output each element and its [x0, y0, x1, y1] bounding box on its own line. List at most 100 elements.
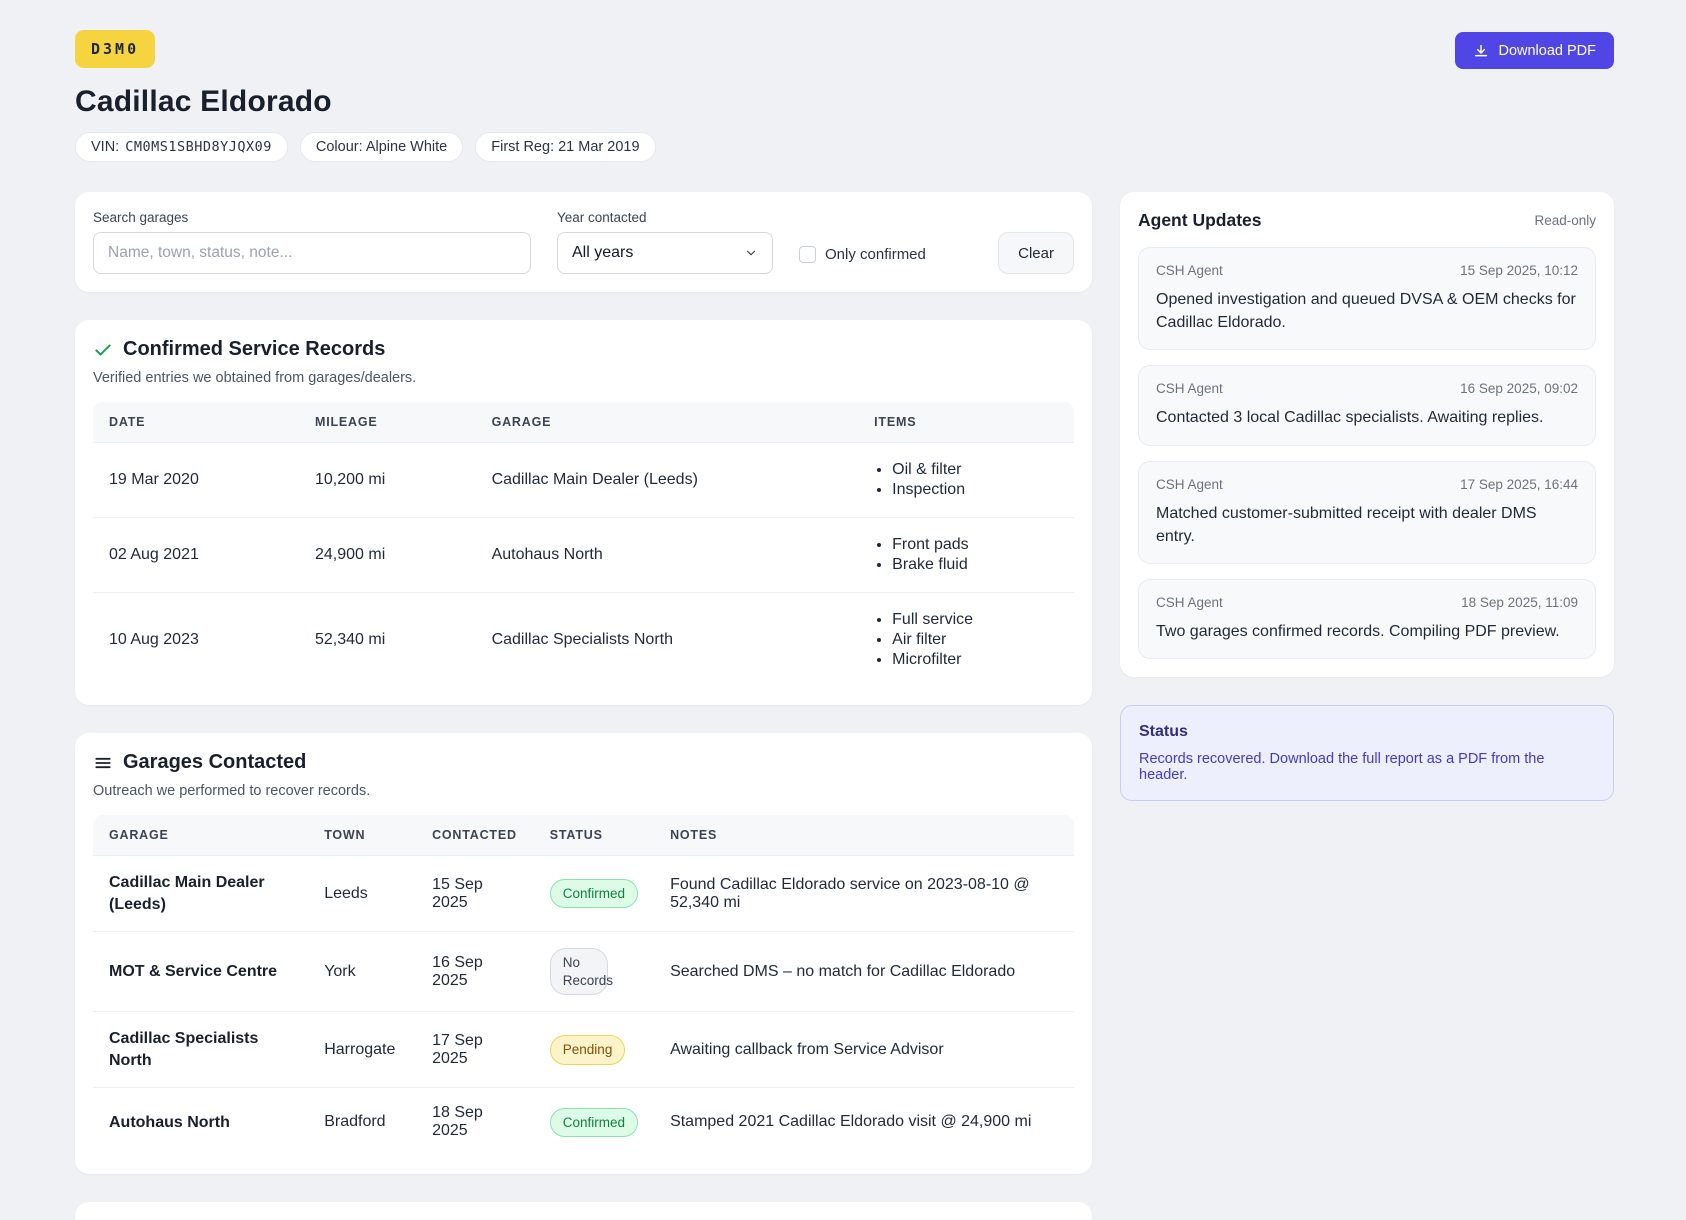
garage-contacted: 15 Sep 2025	[432, 875, 483, 911]
garage-row: Cadillac Main Dealer (Leeds) Leeds 15 Se…	[93, 856, 1074, 932]
record-item: Microfilter	[892, 651, 1058, 669]
record-date: 02 Aug 2021	[93, 517, 299, 593]
record-item: Front pads	[892, 536, 1058, 554]
garage-name: Cadillac Specialists North	[93, 1011, 309, 1088]
status-panel: Status Records recovered. Download the f…	[1120, 705, 1614, 802]
record-date: 10 Aug 2023	[93, 592, 299, 687]
agent-name: CSH Agent	[1156, 381, 1223, 397]
confirmed-records-table: Date Mileage Garage Items 19 Mar 2020 10…	[93, 402, 1074, 687]
vin-value: CM0MS1SBHD8YJQX09	[125, 139, 272, 155]
search-input[interactable]	[93, 232, 531, 274]
clear-button[interactable]: Clear	[998, 232, 1074, 274]
download-icon	[1473, 43, 1489, 59]
search-label: Search garages	[93, 210, 189, 225]
garage-town: York	[308, 931, 417, 1012]
agent-update: CSH Agent 15 Sep 2025, 10:12 Opened inve…	[1138, 247, 1596, 351]
record-garage: Cadillac Main Dealer (Leeds)	[491, 471, 698, 488]
confirmed-records-subtitle: Verified entries we obtained from garage…	[93, 370, 417, 386]
table-header-row: Garage Town Contacted Status Notes	[93, 815, 1074, 856]
vehicle-chips: VIN: CM0MS1SBHD8YJQX09 Colour: Alpine Wh…	[75, 132, 1614, 162]
check-icon	[93, 340, 113, 360]
download-pdf-button[interactable]: Download PDF	[1455, 32, 1614, 69]
confirmed-records-card: Confirmed Service Records Verified entri…	[75, 320, 1092, 705]
record-item: Oil & filter	[892, 461, 1058, 479]
update-timestamp: 17 Sep 2025, 16:44	[1460, 476, 1578, 492]
year-field-group: Year contacted All years	[557, 210, 773, 274]
garage-notes: Stamped 2021 Cadillac Eldorado visit @ 2…	[654, 1087, 1074, 1157]
demo-badge: D3M0	[75, 30, 156, 68]
read-only-label: Read-only	[1534, 213, 1596, 228]
agent-update: CSH Agent 18 Sep 2025, 11:09 Two garages…	[1138, 578, 1596, 660]
col-garage: Garage	[93, 815, 309, 856]
col-town: Town	[308, 815, 417, 856]
agent-update: CSH Agent 17 Sep 2025, 16:44 Matched cus…	[1138, 460, 1596, 564]
garage-row: Autohaus North Bradford 18 Sep 2025 Conf…	[93, 1087, 1074, 1157]
col-items: Items	[858, 402, 1074, 443]
record-item: Full service	[892, 611, 1058, 629]
update-message: Matched customer-submitted receipt with …	[1156, 504, 1537, 545]
garage-name: Autohaus North	[93, 1087, 309, 1157]
col-mileage: Mileage	[299, 402, 476, 443]
agent-name: CSH Agent	[1156, 476, 1223, 492]
menu-icon	[93, 753, 113, 773]
record-garage: Autohaus North	[475, 517, 859, 593]
service-record-row: 10 Aug 2023 52,340 mi Cadillac Specialis…	[93, 592, 1074, 687]
record-mileage: 10,200 mi	[315, 471, 386, 488]
table-header-row: Date Mileage Garage Items	[93, 402, 1074, 443]
status-badge: No Records	[549, 948, 613, 996]
garage-contacted: 16 Sep 2025	[416, 931, 534, 1012]
status-badge: Confirmed	[549, 1107, 639, 1138]
page: D3M0 Download PDF Cadillac Eldorado VIN:…	[0, 0, 1686, 1220]
agent-name: CSH Agent	[1156, 263, 1223, 278]
garages-contacted-table: Garage Town Contacted Status Notes Cadil…	[93, 815, 1074, 1157]
update-message: Contacted 3 local Cadillac specialists. …	[1156, 409, 1544, 427]
garages-contacted-title: Garages Contacted	[123, 751, 307, 773]
vin-chip: VIN: CM0MS1SBHD8YJQX09	[75, 132, 288, 162]
download-pdf-label: Download PDF	[1498, 42, 1596, 59]
status-title: Status	[1139, 723, 1188, 741]
record-item: Air filter	[892, 631, 1058, 649]
vin-label: VIN:	[91, 139, 120, 155]
status-badge: Pending	[549, 1035, 626, 1065]
record-item: Inspection	[892, 481, 1058, 499]
record-garage: Cadillac Specialists North	[475, 592, 859, 687]
only-confirmed-group: Only confirmed	[799, 246, 926, 263]
garage-town: Bradford	[308, 1087, 417, 1157]
agent-updates-card: Agent Updates Read-only CSH Agent 15 Sep…	[1120, 192, 1614, 678]
record-items: Front pads Brake fluid	[874, 536, 1058, 574]
garage-notes: Found Cadillac Eldorado service on 2023-…	[670, 875, 1030, 911]
garage-contacted: 17 Sep 2025	[416, 1011, 534, 1088]
record-item: Brake fluid	[892, 556, 1058, 574]
col-date: Date	[93, 402, 299, 443]
page-title: Cadillac Eldorado	[75, 85, 332, 118]
update-timestamp: 18 Sep 2025, 11:09	[1461, 594, 1578, 610]
only-confirmed-label[interactable]: Only confirmed	[825, 246, 926, 263]
user-history-card: User Submitted History Entries provided …	[75, 1202, 1092, 1220]
update-timestamp: 16 Sep 2025, 09:02	[1460, 381, 1578, 397]
service-record-row: 02 Aug 2021 24,900 mi Autohaus North Fro…	[93, 517, 1074, 593]
colour-chip: Colour: Alpine White	[299, 132, 464, 162]
garage-name: MOT & Service Centre	[93, 931, 309, 1012]
update-message: Opened investigation and queued DVSA & O…	[1156, 291, 1576, 332]
record-date: 19 Mar 2020	[109, 471, 199, 488]
garage-name: Cadillac Main Dealer (Leeds)	[109, 874, 265, 913]
only-confirmed-checkbox[interactable]	[799, 246, 816, 263]
page-header: D3M0 Download PDF	[75, 30, 1614, 69]
status-message: Records recovered. Download the full rep…	[1139, 751, 1545, 784]
garages-contacted-card: Garages Contacted Outreach we performed …	[75, 733, 1092, 1175]
filter-card: Search garages Year contacted All years	[75, 192, 1092, 292]
col-contacted: Contacted	[416, 815, 534, 856]
status-badge: Confirmed	[549, 878, 639, 909]
year-select[interactable]: All years	[557, 232, 773, 274]
update-message: Two garages confirmed records. Compiling…	[1156, 622, 1560, 640]
garage-town: Harrogate	[308, 1011, 417, 1088]
record-mileage: 52,340 mi	[299, 592, 476, 687]
garage-row: Cadillac Specialists North Harrogate 17 …	[93, 1011, 1074, 1088]
col-garage: Garage	[475, 402, 859, 443]
agent-updates-title: Agent Updates	[1138, 210, 1262, 230]
garage-town: Leeds	[324, 884, 368, 902]
record-items: Oil & filter Inspection	[874, 461, 1058, 499]
col-notes: Notes	[654, 815, 1074, 856]
agent-update: CSH Agent 16 Sep 2025, 09:02 Contacted 3…	[1138, 365, 1596, 446]
record-items: Full service Air filter Microfilter	[874, 611, 1058, 669]
